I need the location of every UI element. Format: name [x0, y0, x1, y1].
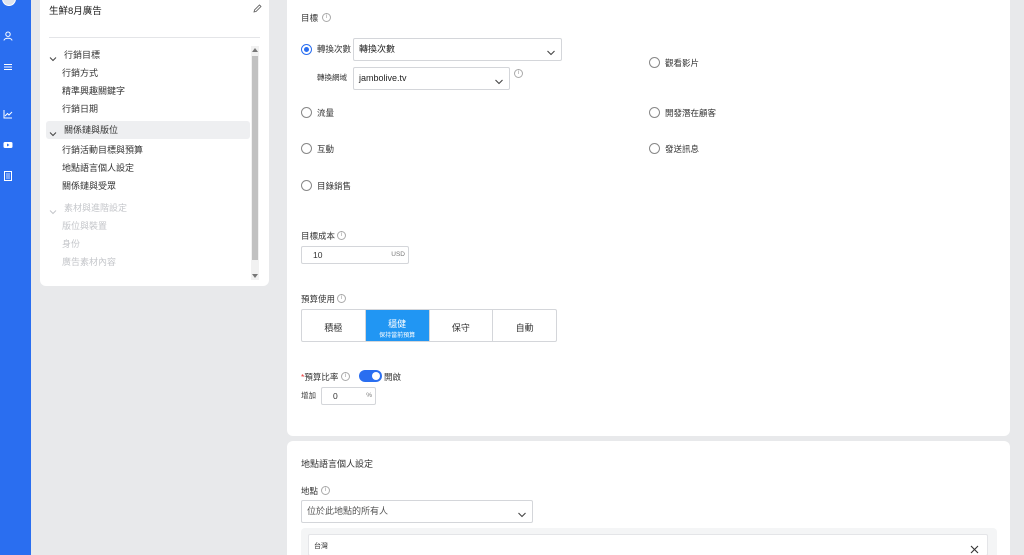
budget-usage-segmented: 積極 穩健 保持當前預算 保守 自動 — [301, 309, 557, 342]
radio-video-views-label: 觀看影片 — [665, 58, 700, 68]
campaign-title: 生鮮8月廣告 — [49, 6, 102, 17]
budget-ratio-label: *預算比率 — [301, 371, 338, 383]
radio-conversions[interactable] — [301, 44, 312, 55]
budget-option-sub: 保持當前預算 — [379, 333, 416, 339]
info-icon[interactable]: i — [337, 294, 346, 303]
conversion-domain-label: 轉換網域 — [317, 73, 347, 82]
scroll-down-arrow[interactable] — [252, 274, 258, 278]
conversion-event-value: 轉換次數 — [359, 44, 396, 54]
chevron-down-icon — [49, 51, 57, 62]
budget-option-label: 自動 — [515, 323, 534, 333]
target-cost-label: 目標成本 — [301, 231, 336, 241]
user-icon[interactable] — [3, 31, 13, 41]
location-section-title: 地點語言個人設定 — [301, 459, 374, 469]
budget-option-steady[interactable]: 穩健 保持當前預算 — [365, 310, 430, 341]
info-icon[interactable]: i — [322, 13, 331, 22]
location-audience-value: 位於此地點的所有人 — [307, 506, 389, 516]
target-cost-input[interactable]: 10 USD — [301, 246, 409, 264]
budget-ratio-toggle[interactable] — [359, 370, 382, 382]
increase-value: 0 — [333, 391, 338, 401]
chevron-down-icon — [49, 126, 57, 137]
nav-section-label: 關係鏈與版位 — [64, 125, 119, 135]
menu-icon[interactable] — [3, 62, 13, 72]
nav-item-identity[interactable]: 身份 — [62, 235, 80, 253]
radio-messages-label: 發送訊息 — [665, 144, 700, 154]
campaign-nav-card: 生鮮8月廣告 行銷目標 行銷方式 精準興趣關鍵字 行銷日期 關係鏈與版位 行銷活… — [40, 0, 269, 286]
info-icon[interactable]: i — [321, 486, 330, 495]
video-icon[interactable] — [3, 140, 13, 150]
nav-section-label: 素材與進階設定 — [64, 203, 128, 213]
toggle-label: 開啟 — [384, 372, 402, 382]
target-cost-value: 10 — [313, 250, 323, 260]
info-icon[interactable]: i — [341, 372, 350, 381]
chevron-down-icon — [546, 45, 556, 56]
edit-icon[interactable] — [253, 0, 262, 13]
radio-engagement-label: 互動 — [317, 144, 335, 154]
info-icon[interactable]: i — [514, 69, 523, 78]
nav-scrollbar[interactable] — [251, 46, 259, 280]
budget-option-label: 穩健 — [388, 319, 407, 329]
nav-item-budget[interactable]: 行銷活動目標與預算 — [62, 141, 143, 159]
location-tag-label: 台灣 — [314, 543, 328, 550]
budget-option-label: 保守 — [451, 323, 470, 333]
radio-video-views[interactable] — [649, 57, 660, 68]
chart-icon[interactable] — [3, 109, 13, 119]
location-tag: 台灣 — [308, 534, 988, 555]
goal-label: 目標 — [301, 13, 319, 23]
close-icon[interactable] — [970, 541, 979, 554]
document-icon[interactable] — [3, 171, 13, 181]
currency-suffix: USD — [391, 251, 405, 258]
percent-suffix: % — [366, 392, 372, 399]
conversion-domain-select[interactable]: jambolive.tv — [353, 67, 510, 90]
info-icon[interactable]: i — [337, 231, 346, 240]
radio-messages[interactable] — [649, 143, 660, 154]
radio-leads[interactable] — [649, 107, 660, 118]
radio-catalog-sales-label: 目錄銷售 — [317, 181, 352, 191]
nav-item-keywords[interactable]: 精準興趣關鍵字 — [62, 82, 125, 100]
budget-usage-label: 預算使用 — [301, 294, 336, 304]
budget-option-auto[interactable]: 自動 — [493, 310, 556, 341]
location-label: 地點 — [301, 486, 319, 496]
conversion-domain-value: jambolive.tv — [359, 73, 407, 83]
location-language-card: 地點語言個人設定 地點 i 位於此地點的所有人 台灣 — [287, 441, 1010, 555]
conversion-event-select[interactable]: 轉換次數 — [353, 38, 562, 61]
nav-section-label: 行銷目標 — [64, 50, 101, 60]
increase-label: 增加 — [301, 391, 316, 400]
objective-budget-card: 目標 i 轉換次數 轉換次數 轉換網域 jambolive.tv i 流量 互動… — [287, 0, 1010, 436]
selected-locations-panel: 台灣 — [301, 528, 997, 555]
radio-engagement[interactable] — [301, 143, 312, 154]
radio-traffic-label: 流量 — [317, 108, 335, 118]
radio-conversions-label: 轉換次數 — [317, 44, 352, 54]
scroll-thumb[interactable] — [252, 56, 258, 260]
nav-divider — [49, 37, 260, 38]
chevron-down-icon — [49, 204, 57, 215]
budget-option-conservative[interactable]: 保守 — [430, 310, 494, 341]
chevron-down-icon — [517, 507, 527, 518]
radio-catalog-sales[interactable] — [301, 180, 312, 191]
scroll-up-arrow[interactable] — [252, 48, 258, 52]
radio-traffic[interactable] — [301, 107, 312, 118]
budget-option-aggressive[interactable]: 積極 — [302, 310, 366, 341]
budget-ratio-text: 預算比率 — [304, 372, 339, 382]
nav-item-dates[interactable]: 行銷日期 — [62, 100, 98, 118]
nav-item-audience[interactable]: 關係鏈與受眾 — [62, 177, 116, 195]
nav-item-placement[interactable]: 版位與裝置 — [62, 217, 107, 235]
budget-option-label: 積極 — [324, 323, 343, 333]
sidebar-rail — [0, 0, 31, 555]
avatar[interactable] — [2, 0, 16, 6]
increase-input[interactable]: 0 % — [321, 387, 376, 405]
nav-item-method[interactable]: 行銷方式 — [62, 64, 98, 82]
nav-item-creative[interactable]: 廣告素材內容 — [62, 253, 116, 271]
chevron-down-icon — [494, 74, 504, 85]
location-audience-select[interactable]: 位於此地點的所有人 — [301, 500, 533, 523]
radio-leads-label: 開發潛在顧客 — [665, 108, 717, 118]
nav-item-location[interactable]: 地點語言個人設定 — [62, 159, 134, 177]
